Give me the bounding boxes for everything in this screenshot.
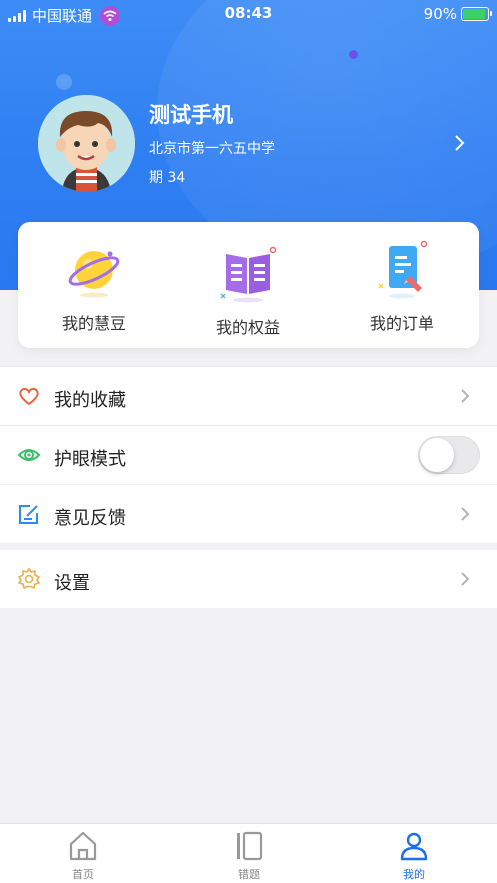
card-my-beans[interactable]: 我的慧豆	[34, 240, 154, 334]
mistakes-icon	[233, 830, 265, 862]
settings-list: 设置	[0, 550, 497, 608]
planet-icon	[64, 240, 124, 300]
tab-label: 我的	[403, 868, 425, 881]
tab-label: 首页	[72, 868, 94, 881]
menu-item-label: 我的收藏	[54, 390, 126, 411]
quick-cards: 我的慧豆 我的权益 我的订单	[18, 222, 479, 348]
chevron-right-icon	[459, 571, 471, 587]
tab-home[interactable]: 首页	[43, 830, 123, 882]
battery-fill	[463, 9, 485, 19]
battery-percent: 90%	[423, 5, 457, 23]
book-icon	[218, 244, 278, 304]
tab-mine[interactable]: 我的	[374, 830, 454, 882]
header-bubble	[349, 50, 358, 59]
status-bar: 中国联通 08:43 90%	[0, 0, 497, 28]
profile-period: 期 34	[149, 170, 186, 186]
home-icon	[67, 830, 99, 862]
header-bubble	[56, 74, 72, 90]
heart-icon	[18, 385, 40, 407]
clock: 08:43	[224, 4, 273, 22]
menu-item-feedback[interactable]: 意见反馈	[0, 484, 497, 543]
tab-bar: 首页 错题 我的	[0, 823, 497, 883]
eye-icon	[17, 444, 41, 466]
avatar[interactable]	[38, 95, 135, 192]
profile-school: 北京市第一六五中学	[149, 141, 275, 157]
chevron-right-icon	[459, 388, 471, 404]
card-label: 我的慧豆	[61, 314, 126, 333]
card-label: 我的订单	[369, 314, 434, 333]
card-my-orders[interactable]: 我的订单	[342, 240, 462, 334]
chevron-right-icon[interactable]	[451, 133, 469, 153]
menu-list: 我的收藏 护眼模式 意见反馈	[0, 366, 497, 543]
menu-item-label: 设置	[54, 573, 90, 594]
user-icon	[398, 830, 430, 862]
gear-icon	[18, 568, 40, 590]
feedback-icon	[18, 503, 40, 525]
order-icon	[372, 240, 432, 300]
menu-item-favorites[interactable]: 我的收藏	[0, 366, 497, 425]
card-my-benefits[interactable]: 我的权益	[188, 244, 308, 338]
menu-item-label: 意见反馈	[54, 508, 126, 529]
menu-item-eye-mode: 护眼模式	[0, 425, 497, 484]
toggle-knob	[420, 438, 454, 472]
tab-label: 错题	[238, 868, 260, 881]
tab-mistakes[interactable]: 错题	[209, 830, 289, 882]
battery-icon	[461, 7, 492, 21]
menu-item-settings[interactable]: 设置	[0, 550, 497, 608]
chevron-right-icon	[459, 506, 471, 522]
menu-item-label: 护眼模式	[54, 449, 126, 470]
profile-name[interactable]: 测试手机	[149, 99, 233, 129]
eye-mode-toggle[interactable]	[418, 436, 480, 474]
card-label: 我的权益	[215, 318, 280, 337]
